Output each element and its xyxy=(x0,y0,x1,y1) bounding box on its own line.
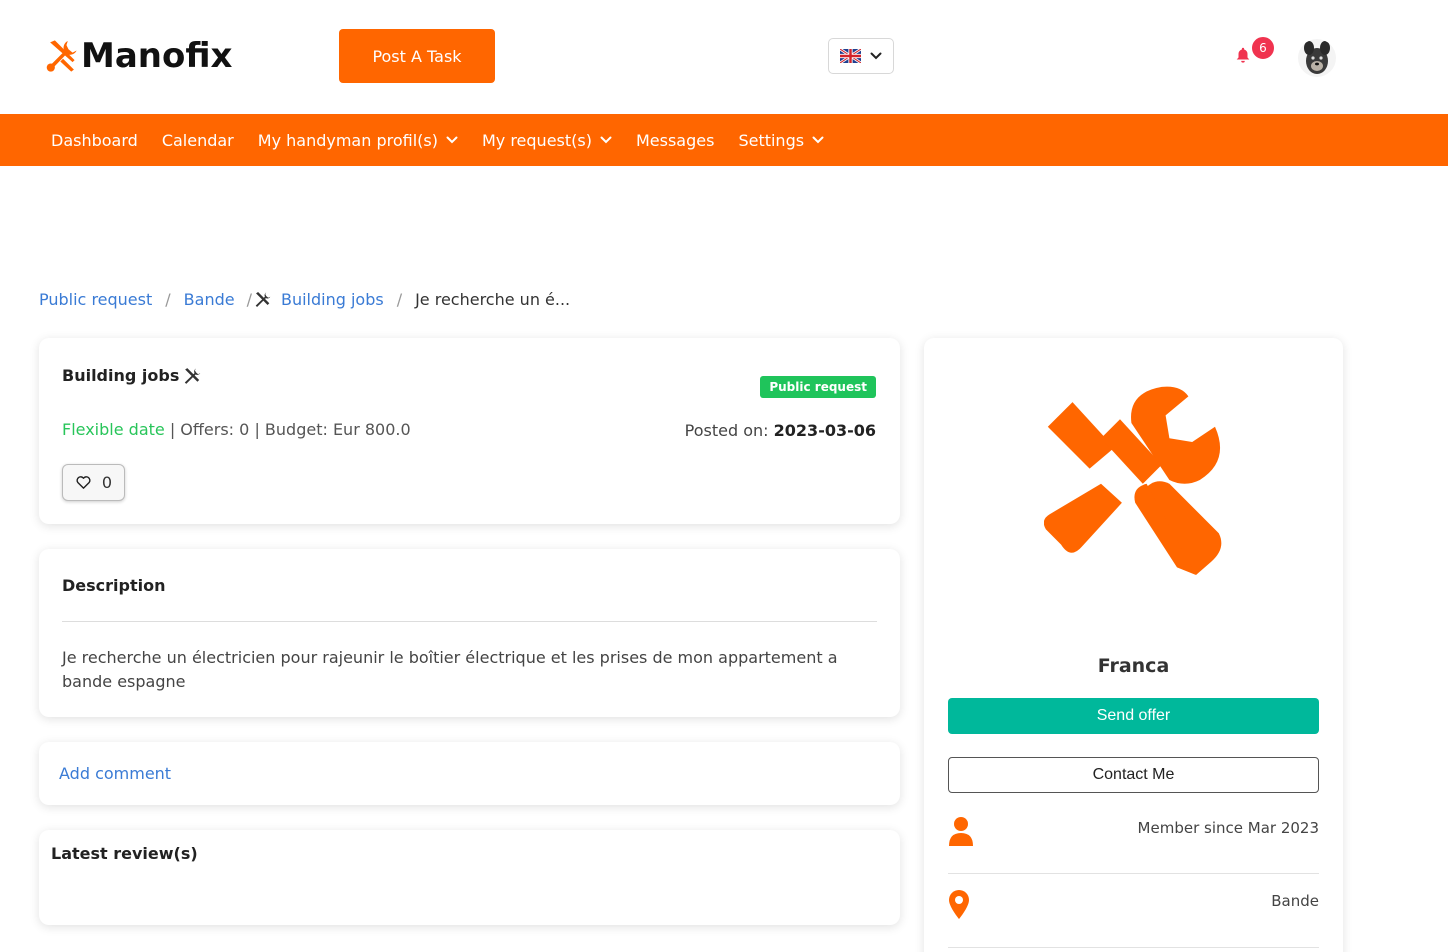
like-count: 0 xyxy=(101,473,113,492)
chevron-down-icon xyxy=(600,136,612,144)
like-button[interactable]: 0 xyxy=(62,464,125,501)
nav-calendar-label: Calendar xyxy=(161,130,234,150)
tools-logo-icon xyxy=(46,40,77,72)
breadcrumb-separator: / xyxy=(396,290,403,309)
main-nav: Dashboard Calendar My handyman profil(s)… xyxy=(0,114,1448,166)
nav-settings-label: Settings xyxy=(738,130,805,150)
description-heading: Description xyxy=(62,576,166,595)
nav-messages-label: Messages xyxy=(635,130,715,150)
nav-messages[interactable]: Messages xyxy=(624,131,726,150)
posted-on-date: 2023-03-06 xyxy=(773,421,876,440)
chevron-down-icon xyxy=(870,52,882,60)
posted-on-label: Posted on: xyxy=(684,421,769,440)
request-category-label: Building jobs xyxy=(62,366,180,385)
profile-name: Franca xyxy=(1097,655,1170,677)
chevron-down-icon xyxy=(446,136,458,144)
uk-flag-icon xyxy=(840,49,861,63)
description-card: Description Je recherche un électricien … xyxy=(39,549,900,717)
breadcrumb-public-request[interactable]: Public request xyxy=(39,290,152,309)
request-category-title: Building jobs xyxy=(62,366,201,385)
heart-icon xyxy=(76,476,91,489)
notification-count-badge: 6 xyxy=(1250,35,1276,61)
post-task-button[interactable]: Post A Task xyxy=(339,29,495,83)
breadcrumb: Public request / Bande / Building jobs /… xyxy=(39,290,570,309)
breadcrumb-current: Je recherche un é... xyxy=(415,290,571,309)
member-since-text: Member since Mar 2023 xyxy=(1137,819,1319,837)
location-pin-icon xyxy=(949,890,969,919)
send-offer-button[interactable]: Send offer xyxy=(948,698,1319,734)
nav-my-requests[interactable]: My request(s) xyxy=(470,131,624,150)
profile-card: Franca Send offer Contact Me Member sinc… xyxy=(924,338,1343,952)
description-text: Je recherche un électricien pour rajeuni… xyxy=(62,648,838,691)
tools-icon xyxy=(255,292,271,307)
top-header: Manofix Post A Task 6 xyxy=(0,0,1448,114)
posted-on: Posted on: 2023-03-06 xyxy=(685,421,876,440)
user-icon xyxy=(949,817,973,846)
offers-count: | Offers: 0 xyxy=(169,420,250,439)
brand-name: Manofix xyxy=(81,36,233,76)
nav-handyman-profiles-label: My handyman profil(s) xyxy=(257,130,438,150)
avatar-image xyxy=(1298,39,1336,77)
breadcrumb-separator: / xyxy=(165,290,171,309)
nav-handyman-profiles[interactable]: My handyman profil(s) xyxy=(246,131,470,150)
user-avatar[interactable] xyxy=(1298,39,1336,77)
nav-dashboard[interactable]: Dashboard xyxy=(39,131,150,150)
chevron-down-icon xyxy=(812,136,824,144)
nav-calendar[interactable]: Calendar xyxy=(150,131,246,150)
language-selector[interactable] xyxy=(828,38,894,74)
divider xyxy=(948,947,1319,948)
location-row: Bande xyxy=(948,890,1319,924)
add-comment-link[interactable]: Add comment xyxy=(59,764,171,783)
member-since-row: Member since Mar 2023 xyxy=(948,816,1319,850)
nav-my-requests-label: My request(s) xyxy=(481,130,592,150)
tools-icon xyxy=(1044,386,1222,575)
status-badge: Public request xyxy=(760,376,876,398)
reviews-heading: Latest review(s) xyxy=(51,844,198,863)
budget-value: | Budget: Eur 800.0 xyxy=(254,420,411,439)
breadcrumb-separator: / xyxy=(246,290,252,309)
tools-icon xyxy=(185,367,201,384)
divider xyxy=(62,621,877,622)
request-meta: Flexible date | Offers: 0 | Budget: Eur … xyxy=(62,420,411,439)
reviews-card: Latest review(s) xyxy=(39,830,900,925)
request-summary-card: Building jobs Public request Flexible da… xyxy=(39,338,900,524)
divider xyxy=(948,873,1319,874)
brand-logo[interactable]: Manofix xyxy=(44,36,232,76)
nav-dashboard-label: Dashboard xyxy=(51,130,138,150)
nav-settings[interactable]: Settings xyxy=(726,131,836,150)
breadcrumb-location[interactable]: Bande xyxy=(184,290,235,309)
flexible-date-label: Flexible date xyxy=(62,420,165,439)
breadcrumb-category[interactable]: Building jobs xyxy=(281,290,384,309)
location-text: Bande xyxy=(1271,892,1319,910)
contact-me-button[interactable]: Contact Me xyxy=(948,757,1319,793)
comment-card: Add comment xyxy=(39,742,900,805)
